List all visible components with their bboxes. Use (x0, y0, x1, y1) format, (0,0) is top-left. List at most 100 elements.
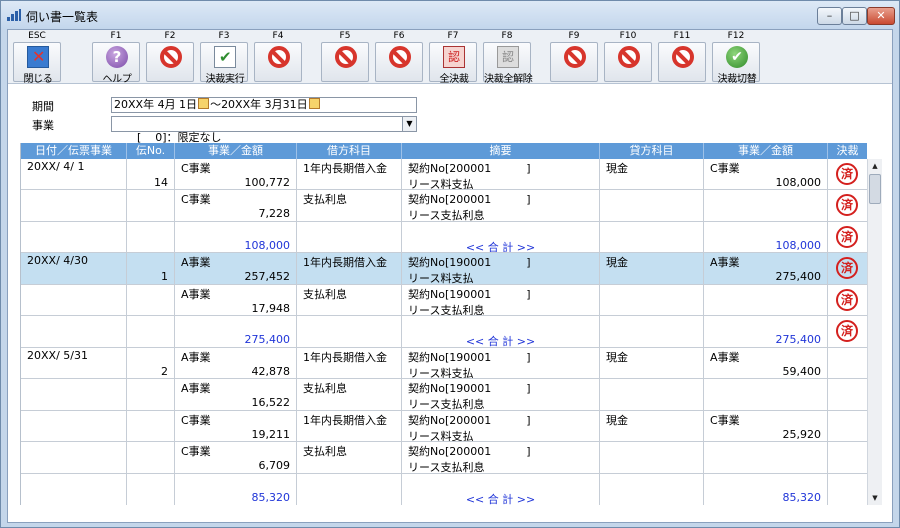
total-row[interactable]: 85,320 << 合 計 >> 85,320 (21, 474, 867, 505)
fkey-label: F5 (339, 31, 351, 41)
fkey-label: F9 (568, 31, 580, 41)
approved-stamp-icon[interactable]: 済 (836, 194, 858, 216)
calendar-icon[interactable] (198, 98, 210, 109)
column-header[interactable]: 摘要 (402, 143, 600, 159)
table-row[interactable]: A事業 16,522 支払利息 契約No[190001 ] リース支払利息 (21, 379, 867, 411)
table-row[interactable]: 20XX/ 5/31 2 A事業 42,878 1年内長期借入金 契約No[190001 … (21, 348, 867, 379)
column-header[interactable]: 貸方科目 (600, 143, 704, 159)
total-row[interactable]: 108,000 << 合 計 >> 108,000 済 (21, 222, 867, 253)
total-row[interactable]: 275,400 << 合 計 >> 275,400 済 (21, 316, 867, 348)
check-icon (214, 46, 236, 68)
table-cell: 契約No[190001 ] リース支払利息 (402, 285, 600, 315)
f10-button[interactable] (604, 42, 652, 82)
column-header[interactable]: 借方科目 (297, 143, 402, 159)
calendar-icon[interactable] (308, 98, 320, 109)
application-window: 伺い書一覧表 – □ ✕ ESC 閉じる F1? ヘルプ F2 F3 決裁実行 F4 F5 F6 F… (0, 0, 900, 528)
scroll-up-arrow-icon[interactable]: ▲ (868, 159, 882, 173)
column-header[interactable]: 伝No. (127, 143, 175, 159)
business-select[interactable]: [ 0]：限定なし ▼ (111, 116, 417, 144)
table-cell: C事業 108,000 (704, 159, 828, 189)
f9-button[interactable] (550, 42, 598, 82)
debit-business-cell: A事業 (181, 288, 211, 301)
exit-icon (27, 46, 49, 68)
table-cell: 現金 (600, 411, 704, 441)
debit-amount-cell: 275,400 (244, 333, 291, 346)
f4-button[interactable] (254, 42, 302, 82)
fkey-text: ヘルプ (102, 74, 132, 85)
credit-business-cell: C事業 (710, 414, 740, 427)
approved-stamp-icon[interactable]: 済 (836, 289, 858, 311)
approved-stamp-icon[interactable]: 済 (836, 320, 858, 342)
memo-contract-cell: 契約No[190001 ] (408, 351, 531, 364)
f11-button[interactable] (658, 42, 706, 82)
help-button[interactable]: ? ヘルプ (92, 42, 140, 85)
memo-contract-cell: 契約No[190001 ] (408, 382, 531, 395)
table-row[interactable]: C事業 19,211 1年内長期借入金 契約No[200001 ] リース料支払 現金 C事… (21, 411, 867, 442)
chevron-down-icon[interactable]: ▼ (402, 117, 416, 131)
disabled-icon (335, 46, 357, 68)
column-header[interactable]: 日付／伝票事業 (21, 143, 127, 159)
fkey-text: 閉じる (23, 74, 53, 85)
credit-account-cell: 現金 (606, 256, 628, 269)
table-cell (828, 379, 867, 410)
period-start-value[interactable]: 20XX年 4月 1日 (114, 98, 197, 111)
unapprove-all-button[interactable]: 認決裁全解除 (483, 42, 533, 85)
minimize-button[interactable]: – (817, 7, 842, 25)
column-header[interactable]: 事業／金額 (704, 143, 828, 159)
approve-all-button[interactable]: 認全決裁 (429, 42, 477, 85)
vertical-scrollbar[interactable]: ▲ ▼ (867, 159, 882, 505)
table-cell: 済 (828, 316, 867, 347)
approved-stamp-icon[interactable]: 済 (836, 257, 858, 279)
table-row[interactable]: A事業 17,948 支払利息 契約No[190001 ] リース支払利息 済 (21, 285, 867, 316)
date-cell: 20XX/ 4/30 (27, 254, 88, 267)
close-button[interactable]: 閉じる (13, 42, 61, 85)
debit-business-cell: C事業 (181, 414, 211, 427)
table-row[interactable]: C事業 6,709 支払利息 契約No[200001 ] リース支払利息 (21, 442, 867, 474)
period-field[interactable]: 20XX年 4月 1日 ～20XX年 3月31日 (111, 97, 417, 113)
maximize-button[interactable]: □ (842, 7, 867, 25)
memo-description-cell: リース支払利息 (408, 304, 485, 315)
table-cell (297, 222, 402, 252)
column-header[interactable]: 事業／金額 (175, 143, 297, 159)
scroll-down-arrow-icon[interactable]: ▼ (868, 491, 882, 505)
f5-button[interactable] (321, 42, 369, 82)
period-end-value[interactable]: 20XX年 3月31日 (221, 98, 308, 111)
debit-account-cell: 支払利息 (303, 288, 347, 301)
table-row[interactable]: 20XX/ 4/ 1 14 C事業 100,772 1年内長期借入金 契約No[20000… (21, 159, 867, 190)
debit-account-cell: 支払利息 (303, 193, 347, 206)
fkey-text: 決裁切替 (717, 74, 757, 85)
table-cell: 支払利息 (297, 442, 402, 473)
table-row[interactable]: 20XX/ 4/30 1 A事業 257,452 1年内長期借入金 契約No[190001… (21, 253, 867, 285)
window-close-button[interactable]: ✕ (867, 7, 895, 25)
scroll-thumb[interactable] (869, 174, 881, 204)
table-cell: 支払利息 (297, 285, 402, 315)
table-row[interactable]: C事業 7,228 支払利息 契約No[200001 ] リース支払利息 済 (21, 190, 867, 222)
table-cell: 1年内長期借入金 (297, 348, 402, 378)
title-bar[interactable]: 伺い書一覧表 – □ ✕ (1, 1, 899, 29)
approve-button[interactable]: 決裁実行 (200, 42, 248, 85)
table-cell (127, 379, 175, 410)
stamp-icon: 認 (443, 46, 465, 68)
table-cell: 契約No[190001 ] リース料支払 (402, 348, 600, 378)
table-cell: 1 (127, 253, 175, 284)
approved-stamp-icon[interactable]: 済 (836, 226, 858, 248)
fkey-close-button: ESC 閉じる (12, 30, 62, 85)
total-label: << 合 計 >> (465, 241, 536, 252)
approved-stamp-icon[interactable]: 済 (836, 163, 858, 185)
table-cell: A事業 17,948 (175, 285, 297, 315)
disabled-icon (160, 46, 182, 68)
table-cell (704, 379, 828, 410)
f2-button[interactable] (146, 42, 194, 82)
toggle-approval-button[interactable]: ✔ 決裁切替 (712, 42, 760, 85)
table-cell: 済 (828, 285, 867, 315)
table-cell: 20XX/ 4/ 1 (21, 159, 127, 189)
debit-amount-cell: 100,772 (244, 176, 291, 189)
fkey-toggle-approval-button: F12 ✔ 決裁切替 (711, 30, 761, 85)
disabled-icon (672, 46, 694, 68)
credit-business-cell: A事業 (710, 256, 740, 269)
table-cell: 14 (127, 159, 175, 189)
f6-button[interactable] (375, 42, 423, 82)
column-header[interactable]: 決裁 (828, 143, 867, 159)
debit-account-cell: 支払利息 (303, 382, 347, 395)
table-cell: 275,400 (704, 316, 828, 347)
